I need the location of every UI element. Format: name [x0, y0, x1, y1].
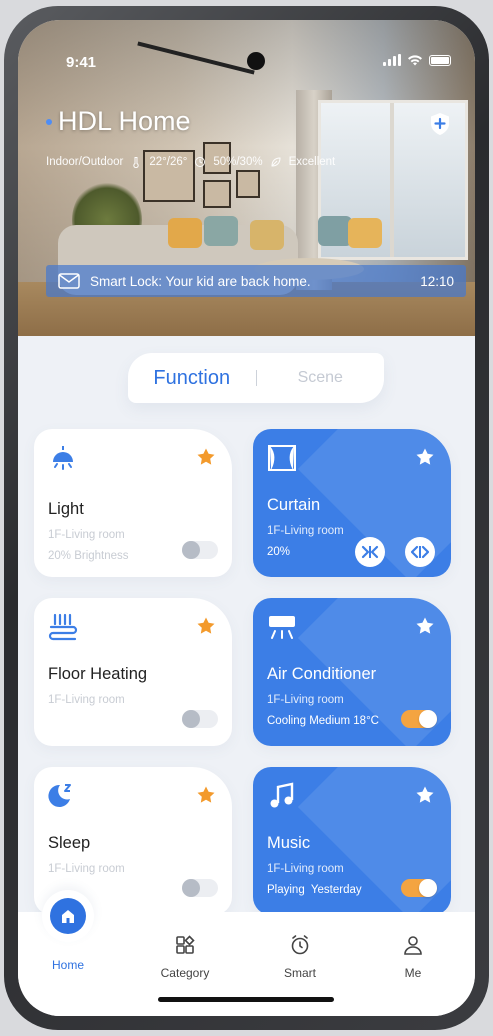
device-card-light[interactable]: Light 1F-Living room 20% Brightness: [34, 429, 232, 577]
hero-pillow: [204, 216, 238, 246]
notification-message: Smart Lock: Your kid are back home.: [90, 273, 311, 289]
device-name: Curtain: [267, 496, 321, 514]
notification-time: 12:10: [420, 273, 454, 289]
floor-heating-toggle[interactable]: [182, 710, 218, 728]
toggle-knob: [182, 710, 200, 728]
home-dot: [46, 118, 52, 125]
tab-category-label: Category: [160, 966, 210, 980]
air-conditioner-toggle[interactable]: [401, 710, 437, 728]
air-quality-value: Excellent: [288, 156, 336, 168]
security-shield-icon[interactable]: [429, 112, 451, 136]
humidity-icon: [195, 157, 206, 167]
status-icons: [383, 54, 451, 66]
device-card-music[interactable]: Music 1F-Living room Playing Yesterday: [253, 767, 451, 915]
floor-heating-icon: [48, 613, 78, 641]
device-name: Sleep: [48, 834, 91, 852]
close-curtain-button[interactable]: [355, 537, 385, 567]
toggle-knob: [419, 710, 437, 728]
leaf-icon: [271, 157, 281, 167]
favorite-star-icon[interactable]: [196, 616, 216, 636]
toggle-knob: [182, 541, 200, 559]
device-card-air-conditioner[interactable]: Air Conditioner 1F-Living room Cooling M…: [253, 598, 451, 746]
bottom-tab-bar: Home Category Smart Me: [18, 890, 475, 1016]
hero-wall-art: [203, 180, 231, 208]
wifi-icon: [408, 55, 422, 66]
device-card-curtain[interactable]: Curtain 1F-Living room 20%: [253, 429, 451, 577]
favorite-star-icon[interactable]: [196, 447, 216, 467]
device-name: Air Conditioner: [267, 665, 377, 683]
favorite-star-icon[interactable]: [415, 616, 435, 636]
home-name[interactable]: HDL Home: [46, 106, 191, 137]
open-curtain-icon: [411, 545, 429, 559]
device-room: 1F-Living room: [267, 694, 344, 706]
home-icon: [62, 910, 74, 923]
user-icon: [404, 936, 422, 955]
environment-bar: Indoor/Outdoor 22°/26° 50%/30% Excellent: [46, 156, 335, 168]
hero-pillow: [168, 218, 202, 248]
device-room: 1F-Living room: [267, 525, 344, 537]
tab-smart-label: Smart: [283, 966, 316, 980]
air-conditioner-icon: [269, 616, 295, 639]
battery-icon: [429, 54, 451, 66]
hero-pillow: [318, 216, 352, 246]
home-name-label: HDL Home: [58, 106, 191, 136]
curtain-icon: [268, 445, 296, 471]
device-name: Music: [267, 834, 311, 852]
lamp-icon: [53, 446, 73, 470]
function-scene-switcher: Function Scene: [128, 353, 384, 403]
tab-home[interactable]: Home: [28, 958, 108, 972]
env-label: Indoor/Outdoor: [46, 156, 124, 168]
notification-banner[interactable]: Smart Lock: Your kid are back home. 12:1…: [46, 265, 466, 297]
device-status: Cooling Medium 18°C: [267, 715, 379, 727]
phone-screen: 9:41 HDL Home Indoor/Outdoor 22°/26° 50%…: [18, 20, 475, 1016]
tab-smart[interactable]: Smart: [260, 934, 340, 980]
tab-me-label: Me: [404, 966, 422, 980]
hero-pillow: [348, 218, 382, 248]
moon-icon: [48, 784, 71, 807]
toggle-knob: [419, 879, 437, 897]
device-status: Playing Yesterday: [267, 884, 362, 896]
favorite-star-icon[interactable]: [196, 785, 216, 805]
temperature-value: 22°/26°: [149, 156, 188, 168]
tab-home-label: Home: [51, 958, 84, 972]
home-indicator: [158, 997, 334, 1002]
humidity-value: 50%/30%: [213, 156, 263, 168]
device-room: 1F-Living room: [48, 529, 125, 541]
phone-frame: 9:41 HDL Home Indoor/Outdoor 22°/26° 50%…: [4, 6, 489, 1030]
mail-icon: [58, 273, 80, 289]
home-tab-button[interactable]: [50, 898, 86, 934]
hero-wall-art: [236, 170, 260, 198]
tab-me[interactable]: Me: [373, 934, 453, 980]
tab-function[interactable]: Function: [128, 367, 256, 390]
device-room: 1F-Living room: [48, 863, 125, 875]
device-name: Floor Heating: [48, 665, 148, 683]
hero-light-track: [137, 41, 255, 75]
open-curtain-button[interactable]: [405, 537, 435, 567]
music-note-icon: [270, 782, 294, 808]
device-room: 1F-Living room: [48, 694, 125, 706]
sleep-toggle[interactable]: [182, 879, 218, 897]
category-icon: [176, 935, 195, 954]
alarm-clock-icon: [291, 935, 309, 955]
favorite-star-icon[interactable]: [415, 785, 435, 805]
home-tab-bubble[interactable]: [42, 890, 94, 942]
tab-category[interactable]: Category: [145, 934, 225, 980]
signal-icon: [383, 54, 401, 66]
device-name: Light: [48, 500, 84, 518]
device-card-floor-heating[interactable]: Floor Heating 1F-Living room: [34, 598, 232, 746]
music-toggle[interactable]: [401, 879, 437, 897]
front-camera: [247, 52, 265, 70]
device-room: 1F-Living room: [267, 863, 344, 875]
status-time: 9:41: [66, 54, 97, 71]
thermometer-icon: [133, 157, 140, 168]
hero-pillow: [250, 220, 284, 250]
tab-scene[interactable]: Scene: [257, 369, 385, 387]
close-curtain-icon: [361, 545, 379, 559]
light-toggle[interactable]: [182, 541, 218, 559]
toggle-knob: [182, 879, 200, 897]
favorite-star-icon[interactable]: [415, 447, 435, 467]
